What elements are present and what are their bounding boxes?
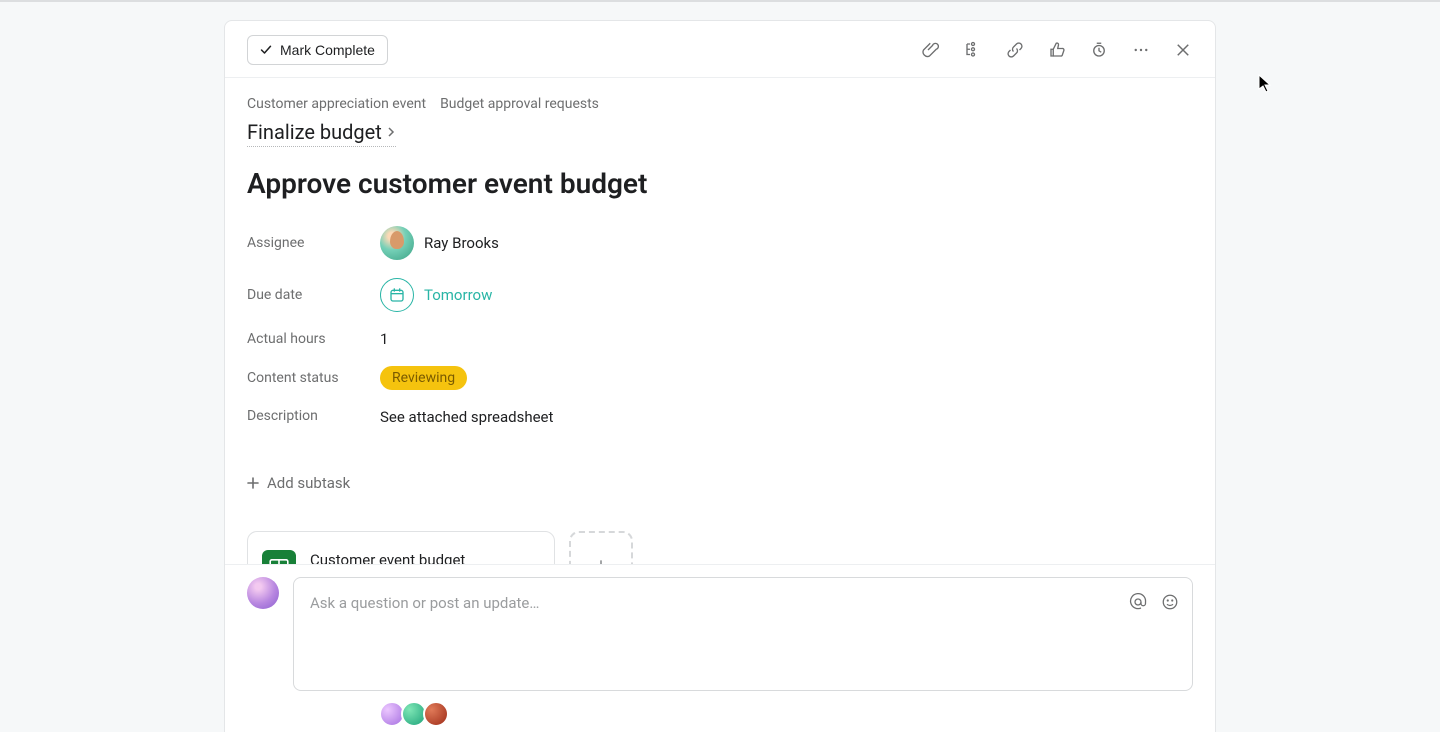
more-icon[interactable] [1131, 40, 1151, 60]
assignee-value[interactable]: Ray Brooks [380, 226, 499, 260]
collaborator-avatar[interactable] [423, 701, 449, 727]
task-title[interactable]: Approve customer event budget [247, 167, 1193, 200]
description-row: Description See attached spreadsheet [247, 408, 1193, 426]
mark-complete-label: Mark Complete [280, 42, 375, 58]
assignee-row: Assignee Ray Brooks [247, 226, 1193, 260]
actual-hours-row: Actual hours 1 [247, 330, 1193, 348]
breadcrumb-section[interactable]: Budget approval requests [440, 96, 599, 112]
close-icon[interactable] [1173, 40, 1193, 60]
cursor-icon [1258, 74, 1272, 94]
due-date-row: Due date Tomorrow [247, 278, 1193, 312]
task-toolbar: Mark Complete [225, 21, 1215, 78]
subtasks-icon[interactable] [963, 40, 983, 60]
chevron-right-icon [386, 127, 396, 137]
due-date-value[interactable]: Tomorrow [380, 278, 492, 312]
task-detail-panel: Mark Complete [224, 20, 1216, 732]
mention-icon[interactable] [1128, 592, 1148, 612]
check-icon [260, 44, 272, 56]
mark-complete-button[interactable]: Mark Complete [247, 35, 388, 65]
attachment-icon[interactable] [921, 40, 941, 60]
task-fields: Assignee Ray Brooks Due date Tomorrow [247, 226, 1193, 426]
add-subtask-button[interactable]: Add subtask [247, 474, 350, 492]
link-icon[interactable] [1005, 40, 1025, 60]
add-subtask-label: Add subtask [267, 474, 350, 492]
assignee-label: Assignee [247, 235, 380, 251]
parent-task-link[interactable]: Finalize budget [247, 120, 396, 147]
description-label: Description [247, 408, 380, 424]
current-user-avatar [247, 577, 279, 609]
comment-input[interactable] [294, 578, 1192, 690]
actual-hours-label: Actual hours [247, 331, 380, 347]
content-status-row: Content status Reviewing [247, 366, 1193, 390]
task-body: Customer appreciation event Budget appro… [225, 78, 1215, 732]
comment-composer [293, 577, 1193, 691]
assignee-avatar [380, 226, 414, 260]
assignee-name: Ray Brooks [424, 234, 499, 252]
breadcrumb: Customer appreciation event Budget appro… [247, 96, 1193, 112]
plus-icon [247, 477, 259, 489]
timer-icon[interactable] [1089, 40, 1109, 60]
due-date-text: Tomorrow [424, 286, 492, 304]
content-status-value[interactable]: Reviewing [380, 366, 467, 390]
collaborators-row [379, 701, 1193, 727]
actual-hours-value[interactable]: 1 [380, 330, 388, 348]
like-icon[interactable] [1047, 40, 1067, 60]
due-date-label: Due date [247, 287, 380, 303]
comment-footer [225, 564, 1215, 732]
parent-task-label: Finalize budget [247, 120, 382, 144]
toolbar-actions [921, 40, 1193, 60]
content-status-label: Content status [247, 370, 380, 386]
description-value[interactable]: See attached spreadsheet [380, 408, 553, 426]
calendar-icon [380, 278, 414, 312]
emoji-icon[interactable] [1160, 592, 1180, 612]
status-badge: Reviewing [380, 366, 467, 390]
breadcrumb-project[interactable]: Customer appreciation event [247, 96, 426, 112]
